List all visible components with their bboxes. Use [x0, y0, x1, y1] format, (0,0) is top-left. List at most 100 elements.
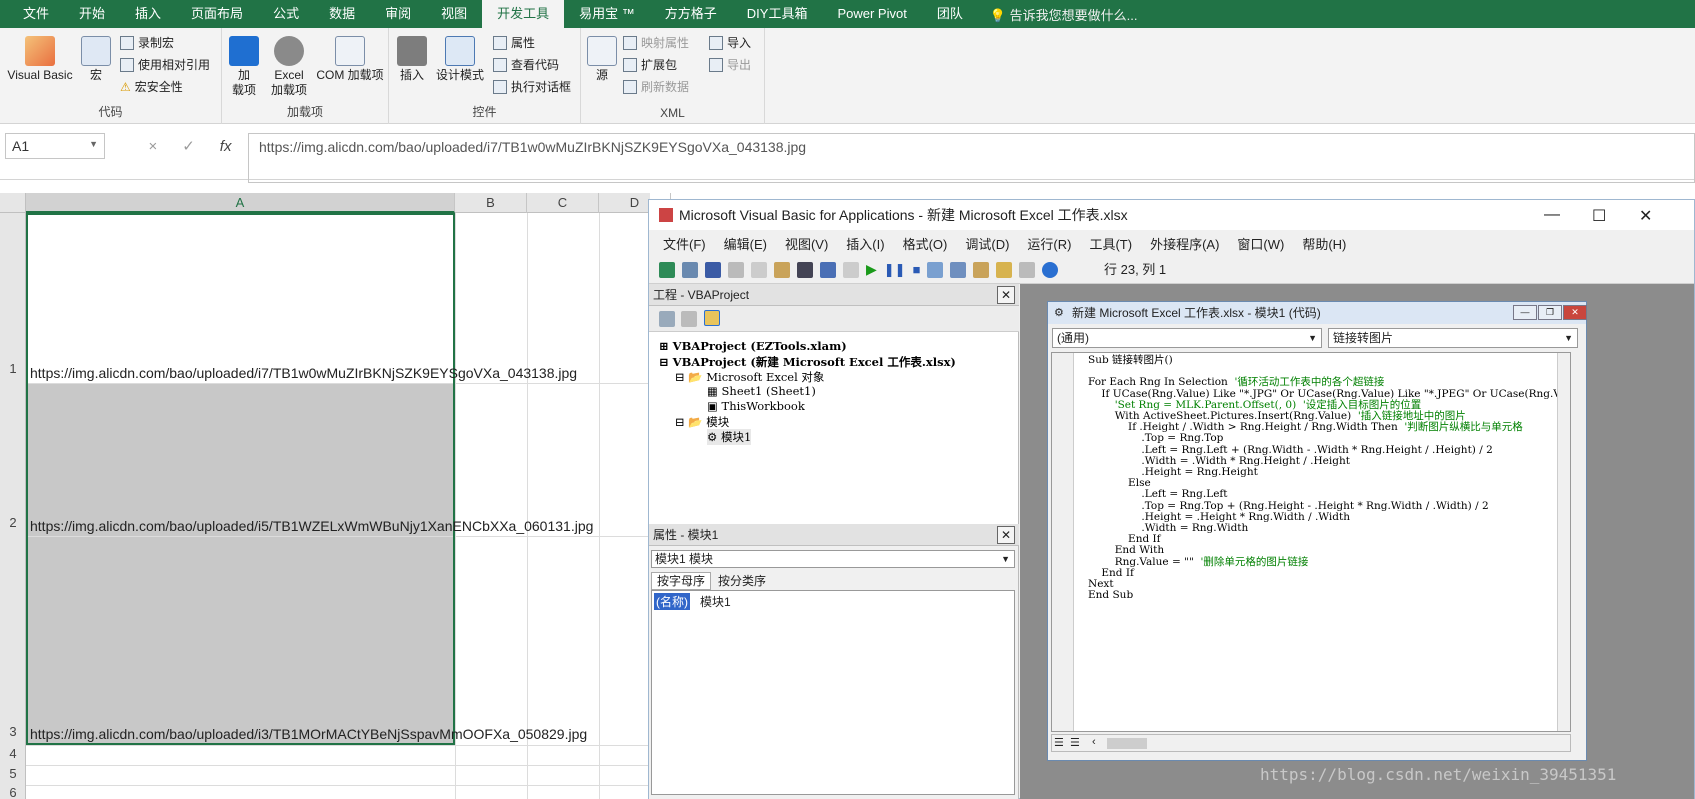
row-header-3[interactable]: 3 [0, 724, 26, 739]
view-excel-icon[interactable] [659, 261, 675, 278]
vbe-menu-item-9[interactable]: 窗口(W) [1237, 234, 1284, 253]
macros-button[interactable]: 宏 [80, 36, 112, 83]
ribbon-tab-0[interactable]: 文件 [8, 0, 64, 28]
visual-basic-button[interactable]: Visual Basic [4, 36, 76, 83]
row-header-6[interactable]: 6 [0, 785, 26, 799]
excel-addins-button[interactable]: Excel 加载项 [266, 36, 312, 98]
expansion-packs-button[interactable]: 扩展包 [623, 56, 677, 73]
scroll-thumb[interactable] [1107, 738, 1147, 749]
xml-export-button[interactable]: 导出 [709, 56, 751, 73]
vbe-menu-item-10[interactable]: 帮助(H) [1302, 234, 1346, 253]
property-name[interactable]: (名称) [654, 593, 690, 610]
formula-input[interactable]: https://img.alicdn.com/bao/uploaded/i7/T… [248, 133, 1695, 183]
ribbon-tab-13[interactable]: 团队 [922, 0, 978, 28]
ribbon-tab-11[interactable]: DIY工具箱 [732, 0, 823, 28]
redo-icon[interactable] [843, 261, 859, 278]
code-text[interactable]: Sub 链接转图片() For Each Rng In Selection '循… [1088, 354, 1566, 601]
vbe-menu-item-5[interactable]: 调试(D) [965, 234, 1009, 253]
restore-icon[interactable]: ❐ [1538, 305, 1562, 320]
design-mode-button[interactable]: 设计模式 [433, 36, 487, 83]
row-header-5[interactable]: 5 [0, 766, 26, 781]
cell-a1[interactable]: https://img.alicdn.com/bao/uploaded/i7/T… [30, 365, 577, 381]
horizontal-scrollbar[interactable]: ☰ ☰ ‹ [1051, 734, 1571, 752]
vbe-menu-item-2[interactable]: 视图(V) [785, 234, 828, 253]
scroll-left-icon[interactable]: ‹ [1092, 736, 1096, 748]
relative-reference-button[interactable]: 使用相对引用 [120, 56, 210, 73]
help-icon[interactable] [1042, 261, 1059, 278]
view-code-button[interactable]: 查看代码 [493, 56, 559, 73]
vbe-menu-item-3[interactable]: 插入(I) [846, 234, 884, 253]
pause-icon[interactable]: ❚❚ [884, 262, 906, 278]
com-addins-button[interactable]: COM 加载项 [312, 36, 388, 83]
ribbon-tab-4[interactable]: 公式 [258, 0, 314, 28]
tree-item-module1[interactable]: ⚙ 模块1 [707, 429, 752, 445]
tree-item-vbaproject[interactable]: ⊟ VBAProject (新建 Microsoft Excel 工作表.xls… [659, 354, 956, 370]
ribbon-tab-8[interactable]: 开发工具 [482, 0, 565, 28]
tell-me-search[interactable]: 💡 告诉我您想要做什么... [978, 5, 1138, 24]
tree-item-excel-objects[interactable]: ⊟ 📂 Microsoft Excel 对象 [675, 369, 824, 385]
cell-a3[interactable]: https://img.alicdn.com/bao/uploaded/i3/T… [30, 726, 587, 742]
tree-item-eztools[interactable]: ⊞ VBAProject (EZTools.xlam) [659, 339, 847, 353]
paste-icon[interactable] [774, 261, 790, 278]
vbe-menu-item-6[interactable]: 运行(R) [1027, 234, 1071, 253]
insert-function-icon[interactable]: fx [220, 138, 232, 155]
view-code-icon[interactable] [659, 311, 675, 327]
column-header-c[interactable]: C [527, 193, 599, 213]
properties-button[interactable]: 属性 [493, 34, 535, 51]
close-icon[interactable]: ✕ [1639, 206, 1652, 226]
vbe-menu-item-4[interactable]: 格式(O) [903, 234, 948, 253]
procedure-view-icon[interactable]: ☰ [1054, 736, 1064, 749]
copy-icon[interactable] [751, 261, 767, 278]
column-header-a[interactable]: A [26, 193, 455, 213]
design-mode-toggle-icon[interactable] [927, 261, 944, 278]
ribbon-tab-5[interactable]: 数据 [314, 0, 370, 28]
tree-item-modules[interactable]: ⊟ 📂 模块 [675, 414, 729, 430]
cut-icon[interactable] [728, 261, 744, 278]
ribbon-tab-1[interactable]: 开始 [64, 0, 120, 28]
insert-userform-icon[interactable] [682, 261, 698, 278]
tree-item-sheet1[interactable]: ▦ Sheet1 (Sheet1) [707, 384, 816, 398]
vbe-menu-item-8[interactable]: 外接程序(A) [1150, 234, 1219, 253]
ribbon-tab-2[interactable]: 插入 [120, 0, 176, 28]
ribbon-tab-6[interactable]: 审阅 [370, 0, 426, 28]
cancel-icon[interactable]: × [148, 138, 157, 155]
cell-a2[interactable]: https://img.alicdn.com/bao/uploaded/i5/T… [30, 518, 593, 534]
refresh-data-button[interactable]: 刷新数据 [623, 78, 689, 95]
name-box[interactable]: A1 ▼ [5, 133, 105, 159]
select-all-corner[interactable] [0, 193, 26, 213]
record-macro-button[interactable]: 录制宏 [120, 34, 174, 51]
enter-icon[interactable]: ✓ [182, 137, 195, 155]
minimize-icon[interactable]: — [1544, 206, 1560, 224]
ribbon-tab-12[interactable]: Power Pivot [822, 0, 921, 28]
properties-window-icon[interactable] [973, 261, 990, 278]
close-icon[interactable]: ✕ [1563, 305, 1587, 320]
full-module-view-icon[interactable]: ☰ [1070, 736, 1080, 749]
minimize-icon[interactable]: — [1513, 305, 1537, 320]
column-header-b[interactable]: B [455, 193, 527, 213]
vertical-scrollbar[interactable] [1557, 353, 1570, 731]
row-header-2[interactable]: 2 [0, 515, 26, 530]
ribbon-tab-7[interactable]: 视图 [426, 0, 482, 28]
ribbon-tab-9[interactable]: 易用宝 ™ [564, 0, 650, 28]
property-value[interactable]: 模块1 [700, 593, 731, 610]
object-combo[interactable]: 模块1 模块 ▼ [651, 550, 1015, 568]
run-icon[interactable]: ▶ [866, 261, 877, 278]
ribbon-tab-10[interactable]: 方方格子 [650, 0, 732, 28]
code-editor[interactable]: Sub 链接转图片() For Each Rng In Selection '循… [1051, 352, 1571, 732]
addins-button[interactable]: 加 载项 [226, 36, 262, 98]
run-dialog-button[interactable]: 执行对话框 [493, 78, 571, 95]
macro-security-button[interactable]: ⚠ 宏安全性 [120, 78, 183, 95]
save-icon[interactable] [705, 261, 721, 278]
close-icon[interactable]: ✕ [997, 526, 1015, 544]
undo-icon[interactable] [820, 261, 836, 278]
find-icon[interactable] [797, 261, 813, 278]
tab-alphabetic[interactable]: 按字母序 [651, 572, 711, 590]
vbe-menu-item-7[interactable]: 工具(T) [1089, 234, 1132, 253]
margin-indicator-bar[interactable] [1052, 353, 1074, 731]
view-object-icon[interactable] [681, 311, 697, 327]
folder-icon[interactable] [704, 310, 720, 326]
maximize-icon[interactable]: ☐ [1592, 206, 1606, 226]
vbe-menu-item-1[interactable]: 编辑(E) [724, 234, 767, 253]
insert-control-button[interactable]: 插入 [395, 36, 429, 83]
tree-item-thisworkbook[interactable]: ▣ ThisWorkbook [707, 399, 805, 413]
